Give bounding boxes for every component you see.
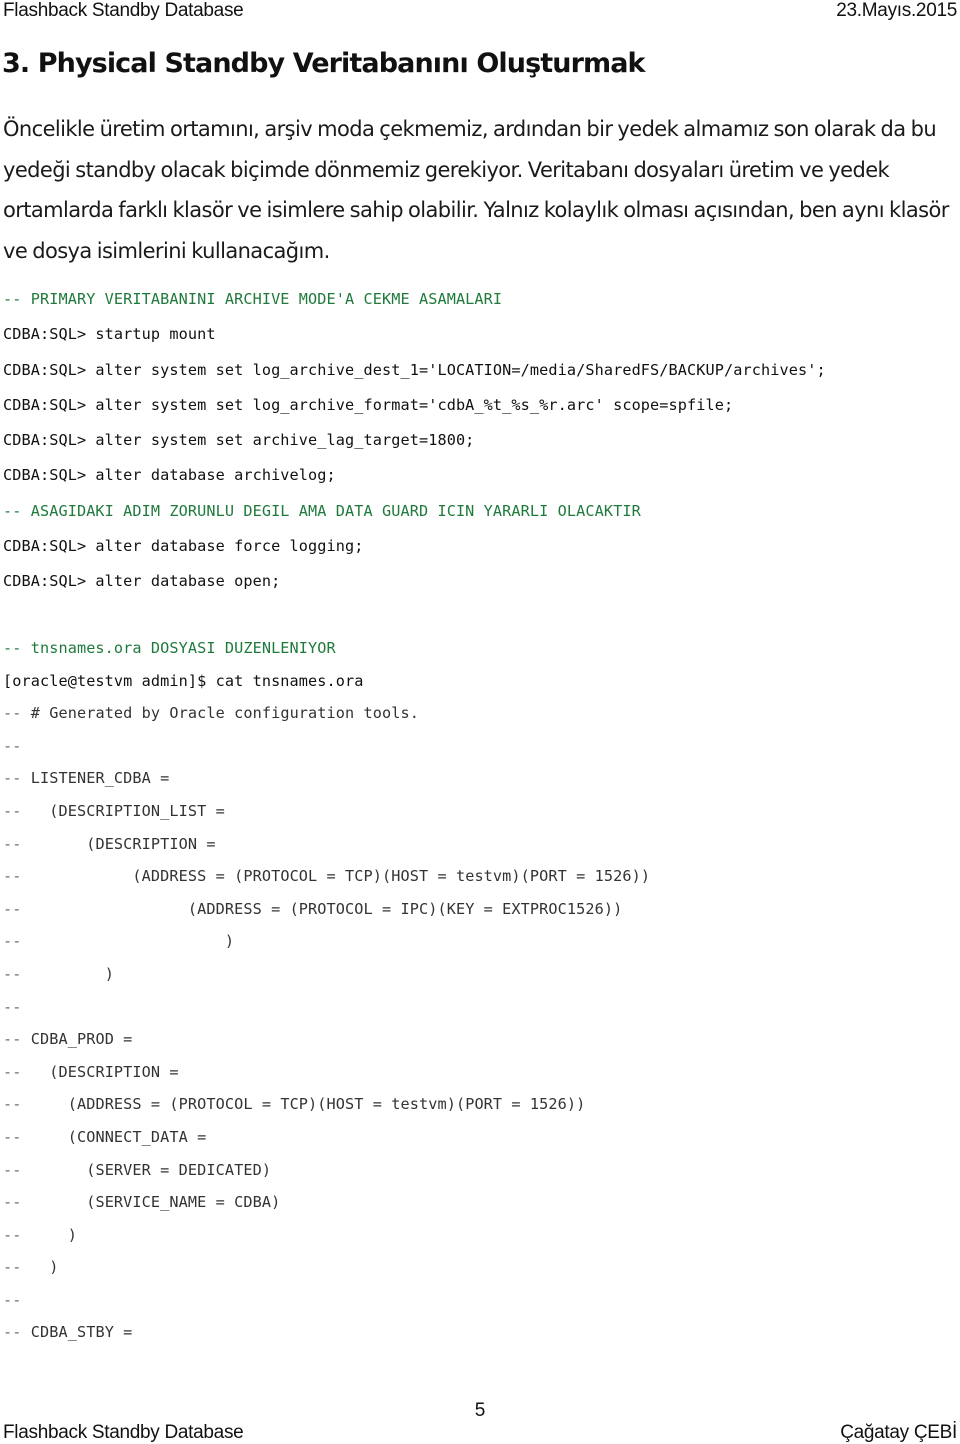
tnsnames-line: -- (3, 1290, 650, 1323)
comment-prefix: -- (3, 1160, 22, 1179)
code-comment-line: -- PRIMARY VERITABANINI ARCHIVE MODE'A C… (3, 290, 503, 308)
comment-prefix: -- (3, 1030, 22, 1049)
tnsnames-line-text: CDBA_STBY = (21, 1323, 133, 1342)
code-command-line: CDBA:SQL> startup mount (3, 325, 216, 344)
comment-prefix: -- (3, 1127, 22, 1146)
tnsnames-line-text: (ADDRESS = (PROTOCOL = IPC)(KEY = EXTPRO… (21, 899, 623, 918)
comment-prefix: -- (3, 1290, 22, 1309)
tnsnames-line-text: ) (21, 932, 235, 951)
tnsnames-line: -- (3, 736, 650, 769)
tnsnames-line: -- ) (3, 964, 650, 997)
code-block-archive-mode: -- PRIMARY VERITABANINI ARCHIVE MODE'A C… (3, 289, 826, 607)
tnsnames-line: -- ) (3, 1225, 650, 1258)
comment-prefix: -- (3, 704, 22, 723)
comment-prefix: -- (3, 899, 22, 918)
comment-prefix: -- (3, 1225, 22, 1244)
tnsnames-line: -- (CONNECT_DATA = (3, 1127, 650, 1160)
code-comment-line: -- ASAGIDAKI ADIM ZORUNLU DEGIL AMA DATA… (3, 501, 641, 520)
tnsnames-line: -- # Generated by Oracle configuration t… (3, 703, 650, 736)
comment-prefix: -- (3, 964, 22, 983)
tnsnames-line: -- (DESCRIPTION_LIST = (3, 801, 650, 834)
tnsnames-line-text: (CONNECT_DATA = (21, 1127, 207, 1146)
tnsnames-line: -- LISTENER_CDBA = (3, 768, 650, 801)
tnsnames-line-text: (DESCRIPTION_LIST = (21, 801, 225, 820)
comment-prefix: -- (3, 932, 22, 951)
header-date: 23.Mayıs.2015 (836, 0, 957, 21)
comment-prefix: -- (3, 1062, 22, 1081)
tnsnames-line-text: LISTENER_CDBA = (21, 769, 170, 788)
comment-prefix: -- (3, 736, 22, 755)
tnsnames-line: -- (3, 997, 650, 1030)
tnsnames-line-text: (SERVICE_NAME = CDBA) (21, 1193, 281, 1212)
tnsnames-line: -- CDBA_PROD = (3, 1029, 650, 1062)
code-command-line: CDBA:SQL> alter system set log_archive_f… (3, 395, 734, 414)
tnsnames-line-text: ) (21, 1225, 77, 1244)
tnsnames-line: -- (DESCRIPTION = (3, 834, 650, 867)
tnsnames-line: -- (ADDRESS = (PROTOCOL = IPC)(KEY = EXT… (3, 899, 650, 932)
tnsnames-line-text: # Generated by Oracle configuration tool… (21, 704, 419, 723)
tnsnames-line: -- CDBA_STBY = (3, 1322, 650, 1355)
code-command-line: CDBA:SQL> alter system set archive_lag_t… (3, 431, 475, 450)
tnsnames-line-text: (DESCRIPTION = (21, 1062, 179, 1081)
tnsnames-line-text: CDBA_PROD = (21, 1030, 133, 1049)
code-command-line: [oracle@testvm admin]$ cat tnsnames.ora (3, 671, 364, 690)
code-comment-line: -- tnsnames.ora DOSYASI DUZENLENIYOR (3, 639, 336, 657)
footer-author: Çağatay ÇEBİ (840, 1422, 957, 1443)
tnsnames-line-text: ) (21, 1258, 59, 1277)
comment-prefix: -- (3, 801, 22, 820)
comment-prefix: -- (3, 997, 22, 1016)
tnsnames-line-text: (ADDRESS = (PROTOCOL = TCP)(HOST = testv… (21, 867, 651, 886)
tnsnames-line-text: (SERVER = DEDICATED) (21, 1160, 272, 1179)
comment-prefix: -- (3, 867, 22, 886)
code-command-line: CDBA:SQL> alter database open; (3, 572, 281, 591)
comment-prefix: -- (3, 834, 22, 853)
comment-prefix: -- (3, 1193, 22, 1212)
code-block-tnsnames: -- tnsnames.ora DOSYASI DUZENLENIYOR [ora… (3, 638, 650, 1355)
tnsnames-line: -- (ADDRESS = (PROTOCOL = TCP)(HOST = te… (3, 866, 650, 899)
tnsnames-line-text: (ADDRESS = (PROTOCOL = TCP)(HOST = testv… (21, 1095, 586, 1114)
tnsnames-line: -- ) (3, 1257, 650, 1290)
code-command-line: CDBA:SQL> alter database force logging; (3, 537, 364, 556)
tnsnames-line-text: (DESCRIPTION = (21, 834, 216, 853)
tnsnames-line: -- (DESCRIPTION = (3, 1062, 650, 1095)
comment-prefix: -- (3, 1095, 22, 1114)
page-number: 5 (474, 1400, 486, 1421)
tnsnames-line: -- ) (3, 931, 650, 964)
tnsnames-line: -- (SERVER = DEDICATED) (3, 1160, 650, 1193)
section-title: 3. Physical Standby Veritabanını Oluştur… (2, 48, 645, 79)
tnsnames-line: -- (ADDRESS = (PROTOCOL = TCP)(HOST = te… (3, 1094, 650, 1127)
comment-prefix: -- (3, 1258, 22, 1277)
code-command-line: CDBA:SQL> alter database archivelog; (3, 466, 336, 485)
comment-prefix: -- (3, 769, 22, 788)
comment-prefix: -- (3, 1323, 22, 1342)
footer-doc-title: Flashback Standby Database (3, 1422, 244, 1443)
intro-paragraph: Öncelikle üretim ortamını, arşiv moda çe… (3, 117, 949, 264)
tnsnames-line: -- (SERVICE_NAME = CDBA) (3, 1192, 650, 1225)
tnsnames-line-text: ) (21, 964, 114, 983)
header-doc-title: Flashback Standby Database (3, 0, 244, 21)
code-command-line: CDBA:SQL> alter system set log_archive_d… (3, 360, 826, 379)
